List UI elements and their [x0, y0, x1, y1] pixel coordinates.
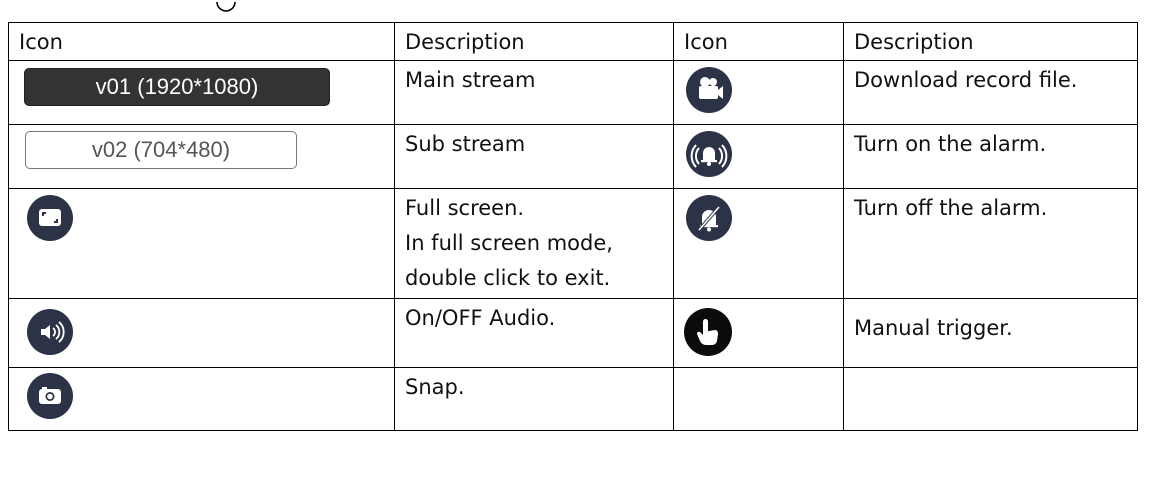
camera-icon[interactable]: [27, 373, 73, 419]
alarm-off-icon[interactable]: [686, 195, 732, 241]
header-icon: Icon: [8, 22, 395, 61]
table-row: v02 (704*480) Sub stream Turn on the ala…: [8, 124, 1138, 189]
header-description-2: Description: [843, 22, 1138, 61]
speaker-icon[interactable]: [27, 309, 73, 355]
fullscreen-icon[interactable]: [27, 195, 73, 241]
table-row: v01 (1920*1080) Main stream Download rec…: [8, 60, 1138, 125]
main-stream-button[interactable]: v01 (1920*1080): [24, 68, 330, 106]
main-stream-description: Main stream: [405, 68, 536, 92]
table-row: Full screen. In full screen mode, double…: [8, 188, 1138, 299]
fullscreen-description-line-2: In full screen mode,: [405, 231, 613, 255]
download-record-description: Download record file.: [854, 68, 1078, 92]
audio-description: On/OFF Audio.: [405, 306, 556, 330]
header-description: Description: [394, 22, 674, 61]
manual-trigger-description: Manual trigger.: [854, 316, 1013, 340]
sub-stream-description: Sub stream: [405, 132, 526, 156]
table-row: On/OFF Audio. Manual trigger.: [8, 298, 1138, 368]
alarm-off-description: Turn off the alarm.: [854, 196, 1048, 220]
fullscreen-description-line-1: Full screen.: [405, 196, 525, 220]
empty-cell: [673, 367, 844, 431]
table-header-row: Icon Description Icon Description: [8, 22, 1138, 61]
table-row: Snap.: [8, 367, 1138, 431]
video-camera-icon[interactable]: [686, 67, 732, 113]
empty-cell: [843, 367, 1138, 431]
alarm-on-description: Turn on the alarm.: [854, 132, 1047, 156]
sub-stream-button[interactable]: v02 (704*480): [25, 131, 297, 169]
alarm-bell-icon[interactable]: [686, 131, 732, 177]
snap-description: Snap.: [405, 375, 465, 399]
pointing-hand-icon[interactable]: [684, 308, 732, 356]
icon-legend-table: Icon Description Icon Description v01 (1…: [8, 22, 1138, 431]
top-circle-fragment: [216, 1, 236, 12]
header-icon-2: Icon: [673, 22, 844, 61]
fullscreen-description-line-3: double click to exit.: [405, 266, 611, 290]
